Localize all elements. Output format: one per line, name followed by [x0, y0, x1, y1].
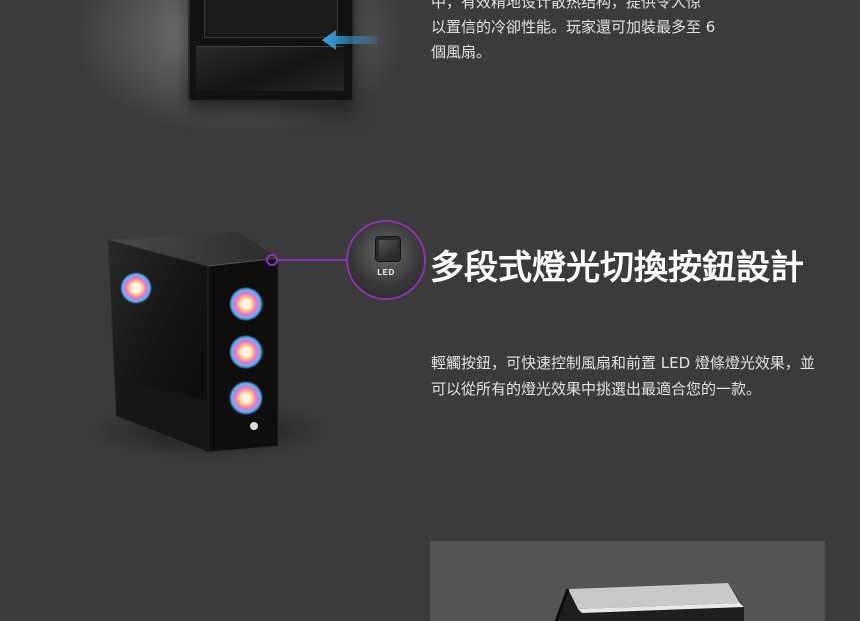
- airflow-arrow-icon: [322, 30, 378, 50]
- led-switch-icon: [375, 236, 401, 262]
- next-feature-image: [430, 541, 825, 621]
- cooling-case-image: [60, 0, 420, 140]
- callout-line: [278, 259, 348, 261]
- led-label: LED: [377, 268, 395, 277]
- case-psu-shroud: [196, 46, 344, 91]
- led-case-image: LED: [60, 200, 430, 490]
- section-description: 輕觸按鈕，可快速控制風扇和前置 LED 燈條燈光效果，並可以從所有的燈光效果中挑…: [431, 354, 815, 398]
- cooling-description: 中，有效精地设计散热结构，提供令人惊 以置信的冷卻性能。玩家還可加裝最多至 6 …: [431, 0, 716, 61]
- led-button-marker: [266, 254, 278, 266]
- case-interior: [204, 0, 338, 38]
- pc-case-top-view: [554, 583, 744, 621]
- section-title: 多段式燈光切換按鈕設計: [430, 248, 804, 288]
- led-button-callout: LED: [346, 220, 426, 300]
- pc-case-rgb-fans: [107, 232, 279, 453]
